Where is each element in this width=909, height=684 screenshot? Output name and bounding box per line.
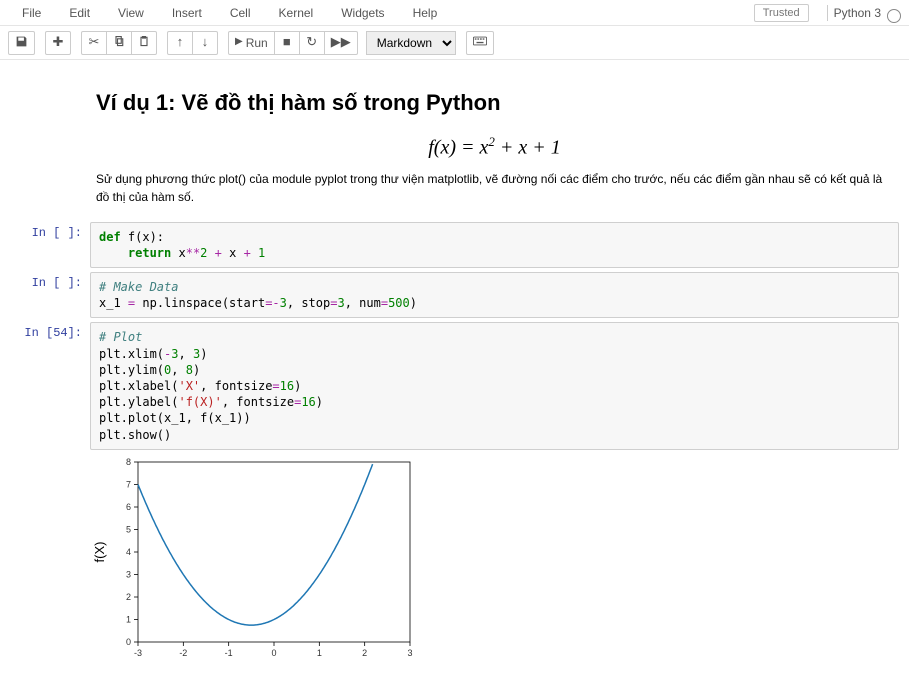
notebook-container: Ví dụ 1: Vẽ đồ thị hàm số trong Python f…	[0, 60, 909, 684]
keyboard-icon	[473, 36, 487, 49]
kernel-status-icon	[887, 9, 901, 23]
svg-text:-2: -2	[179, 648, 187, 658]
prompt: In [ ]:	[10, 222, 90, 268]
svg-text:4: 4	[126, 547, 131, 557]
menu-help[interactable]: Help	[399, 2, 452, 24]
svg-text:3: 3	[126, 569, 131, 579]
kernel-name[interactable]: Python 3	[834, 6, 881, 20]
restart-button[interactable]: ↻	[299, 31, 325, 55]
run-label: Run	[246, 36, 268, 50]
save-button[interactable]	[8, 31, 35, 55]
menu-edit[interactable]: Edit	[55, 2, 104, 24]
stop-icon: ■	[283, 36, 291, 49]
svg-text:3: 3	[407, 648, 412, 658]
move-down-button[interactable]: ↓	[192, 31, 218, 55]
menubar: File Edit View Insert Cell Kernel Widget…	[0, 0, 909, 26]
plus-icon: ✚	[53, 36, 64, 49]
plot-figure: -3-2-10123012345678f(X)	[90, 454, 420, 664]
arrow-down-icon: ↓	[201, 36, 209, 49]
paragraph: Sử dụng phương thức plot() của module py…	[96, 170, 893, 206]
code[interactable]: # Plot plt.xlim(-3, 3) plt.ylim(0, 8) pl…	[91, 323, 898, 448]
code[interactable]: def f(x): return x**2 + x + 1	[91, 223, 898, 267]
refresh-icon: ↻	[306, 36, 317, 49]
menu-widgets[interactable]: Widgets	[327, 2, 398, 24]
restart-run-all-button[interactable]: ▶▶	[324, 31, 358, 55]
heading: Ví dụ 1: Vẽ đồ thị hàm số trong Python	[96, 90, 893, 116]
menu-view[interactable]: View	[104, 2, 158, 24]
svg-text:2: 2	[126, 592, 131, 602]
scissors-icon: ✂	[89, 36, 100, 49]
svg-text:f(X): f(X)	[92, 541, 107, 562]
markdown-cell[interactable]: Ví dụ 1: Vẽ đồ thị hàm số trong Python f…	[10, 74, 899, 218]
move-up-button[interactable]: ↑	[167, 31, 193, 55]
arrow-up-icon: ↑	[176, 36, 184, 49]
svg-text:5: 5	[126, 524, 131, 534]
equation: f(x) = x2 + x + 1	[96, 134, 893, 160]
code-cell-1[interactable]: In [ ]: def f(x): return x**2 + x + 1	[10, 222, 899, 268]
svg-text:2: 2	[362, 648, 367, 658]
trusted-indicator[interactable]: Trusted	[754, 4, 809, 22]
copy-icon	[113, 35, 125, 50]
svg-text:-1: -1	[225, 648, 233, 658]
floppy-icon	[15, 35, 28, 51]
menu-kernel[interactable]: Kernel	[265, 2, 328, 24]
code-cell-3[interactable]: In [54]: # Plot plt.xlim(-3, 3) plt.ylim…	[10, 322, 899, 449]
fast-forward-icon: ▶▶	[331, 36, 351, 49]
command-palette-button[interactable]	[466, 31, 494, 55]
svg-text:0: 0	[126, 637, 131, 647]
svg-text:7: 7	[126, 479, 131, 489]
clipboard-icon	[138, 35, 150, 50]
stop-button[interactable]: ■	[274, 31, 300, 55]
prompt-empty	[10, 74, 90, 218]
add-cell-button[interactable]: ✚	[45, 31, 71, 55]
menu-file[interactable]: File	[8, 2, 55, 24]
copy-button[interactable]	[106, 31, 132, 55]
code[interactable]: # Make Data x_1 = np.linspace(start=-3, …	[91, 273, 898, 317]
prompt: In [ ]:	[10, 272, 90, 318]
run-button[interactable]: ▶Run	[228, 31, 275, 55]
svg-text:-3: -3	[134, 648, 142, 658]
svg-text:1: 1	[317, 648, 322, 658]
menu-cell[interactable]: Cell	[216, 2, 265, 24]
svg-text:8: 8	[126, 457, 131, 467]
cut-button[interactable]: ✂	[81, 31, 107, 55]
paste-button[interactable]	[131, 31, 157, 55]
play-icon: ▶	[235, 38, 243, 48]
output-plot: -3-2-10123012345678f(X)	[10, 454, 899, 664]
code-cell-2[interactable]: In [ ]: # Make Data x_1 = np.linspace(st…	[10, 272, 899, 318]
svg-text:0: 0	[271, 648, 276, 658]
menu-insert[interactable]: Insert	[158, 2, 216, 24]
cell-type-select[interactable]: Markdown	[366, 31, 456, 55]
prompt: In [54]:	[10, 322, 90, 449]
svg-text:6: 6	[126, 502, 131, 512]
toolbar: ✚ ✂ ↑ ↓ ▶Run ■ ↻ ▶▶ Markdown	[0, 26, 909, 60]
